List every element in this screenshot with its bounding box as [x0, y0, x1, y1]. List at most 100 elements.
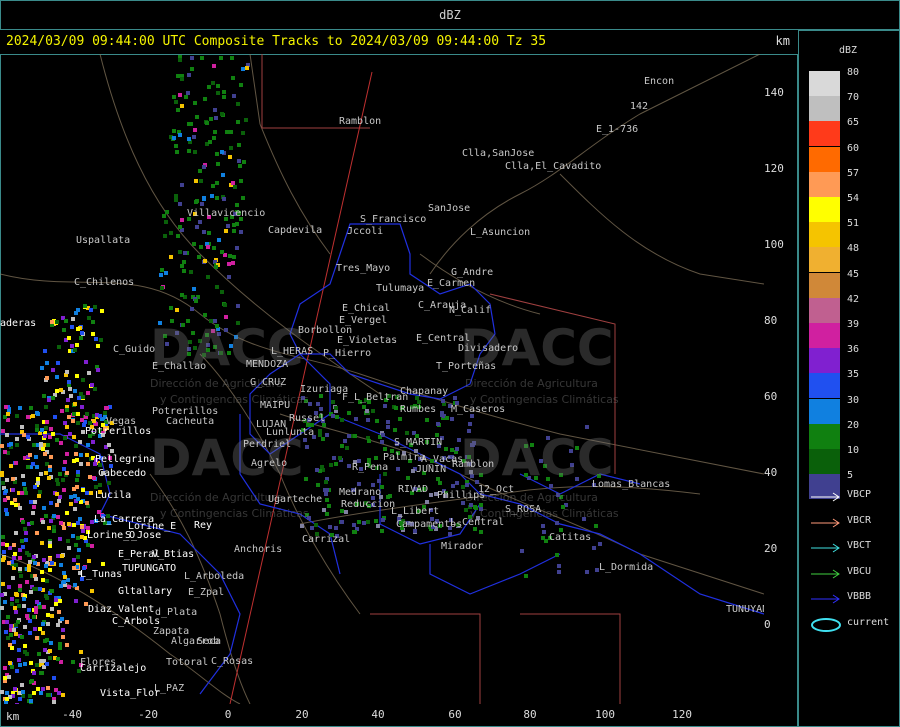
- x-axis: km -40 -20 0 20 40 60 80 100 120: [0, 704, 798, 727]
- radar-pixel: [55, 503, 59, 507]
- radar-pixel: [47, 693, 51, 697]
- radar-pixel: [237, 159, 241, 163]
- radar-pixel: [50, 614, 54, 618]
- radar-pixel: [318, 433, 322, 437]
- radar-pixel: [40, 671, 44, 675]
- place-label: P_Hierro: [323, 348, 372, 359]
- radar-pixel: [44, 594, 48, 598]
- radar-pixel: [77, 548, 81, 552]
- legend-value: 36: [847, 344, 860, 356]
- radar-pixel: [56, 623, 60, 627]
- radar-pixel: [81, 378, 85, 382]
- radar-pixel: [94, 337, 98, 341]
- radar-pixel: [50, 561, 54, 565]
- radar-pixel: [63, 421, 67, 425]
- radar-pixel: [59, 563, 63, 567]
- legend-value: 80: [847, 67, 860, 78]
- radar-pixel: [91, 440, 95, 444]
- radar-pixel: [56, 515, 60, 519]
- radar-pixel: [24, 491, 28, 495]
- radar-pixel: [24, 531, 28, 535]
- radar-pixel: [594, 524, 598, 528]
- radar-pixel: [21, 690, 25, 694]
- radar-pixel: [27, 564, 31, 568]
- radar-pixel: [406, 476, 410, 480]
- track-arrow-icon: [811, 594, 840, 604]
- radar-pixel: [68, 387, 72, 391]
- radar-pixel: [41, 631, 45, 635]
- place-label: Gltallary: [118, 586, 173, 597]
- radar-pixel: [445, 416, 449, 420]
- radar-pixel: [335, 415, 339, 419]
- radar-pixel: [74, 452, 78, 456]
- radar-pixel: [557, 570, 561, 574]
- legend-swatch: [809, 222, 840, 248]
- radar-pixel: [241, 67, 245, 71]
- radar-pixel: [54, 598, 58, 602]
- radar-pixel: [4, 630, 8, 634]
- radar-pixel: [235, 222, 239, 226]
- radar-pixel: [69, 394, 73, 398]
- place-label: JUNIN: [416, 464, 447, 475]
- radar-pixel: [479, 530, 483, 534]
- y-tick-label: 140: [764, 86, 784, 99]
- radar-pixel: [10, 665, 14, 669]
- radar-pixel: [27, 608, 31, 612]
- radar-pixel: [183, 251, 187, 255]
- radar-pixel: [6, 412, 10, 416]
- radar-pixel: [520, 549, 524, 553]
- radar-pixel: [405, 431, 409, 435]
- radar-pixel: [55, 438, 59, 442]
- y-tick-label: 0: [764, 618, 771, 631]
- radar-map[interactable]: DACC DACC DACC DACC Dirección de Agricul…: [0, 54, 764, 704]
- radar-pixel: [76, 412, 80, 416]
- radar-pixel: [46, 443, 50, 447]
- radar-pixel: [72, 435, 76, 439]
- place-label: Jccoli: [347, 226, 384, 237]
- radar-pixel: [42, 394, 46, 398]
- radar-pixel: [169, 306, 173, 310]
- plot-title-bar: 2024/03/09 09:44:00 UTC Composite Tracks…: [0, 30, 798, 54]
- radar-pixel: [30, 521, 34, 525]
- radar-pixel: [320, 465, 324, 469]
- radar-pixel: [19, 574, 23, 578]
- radar-pixel: [315, 468, 319, 472]
- radar-pixel: [107, 443, 111, 447]
- radar-pixel: [14, 503, 18, 507]
- radar-pixel: [45, 361, 49, 365]
- radar-pixel: [541, 536, 545, 540]
- radar-pixel: [314, 523, 318, 527]
- radar-pixel: [376, 524, 380, 528]
- radar-pixel: [227, 275, 231, 279]
- place-label: L_Dormida: [599, 562, 654, 573]
- radar-pixel: [92, 419, 96, 423]
- radar-pixel: [62, 467, 66, 471]
- place-label: 142: [630, 101, 649, 112]
- radar-pixel: [180, 218, 184, 222]
- radar-pixel: [542, 530, 546, 534]
- radar-pixel: [225, 130, 229, 134]
- place-label: L_Central: [450, 517, 505, 528]
- radar-pixel: [29, 661, 33, 665]
- track-legend-label: VBCP: [847, 489, 872, 500]
- place-label: Agrelo: [251, 458, 288, 469]
- radar-pixel: [79, 650, 83, 654]
- radar-pixel: [211, 81, 215, 85]
- radar-pixel: [189, 122, 193, 126]
- radar-pixel: [49, 427, 53, 431]
- place-label: Potrerillos: [85, 426, 152, 437]
- radar-pixel: [198, 169, 202, 173]
- radar-pixel: [206, 275, 210, 279]
- radar-pixel: [66, 539, 70, 543]
- radar-pixel: [329, 463, 333, 467]
- radar-pixel: [343, 439, 347, 443]
- radar-pixel: [49, 519, 53, 523]
- radar-pixel: [345, 446, 349, 450]
- radar-pixel: [76, 421, 80, 425]
- radar-pixel: [13, 552, 17, 556]
- legend-value: 60: [847, 142, 860, 154]
- radar-pixel: [13, 687, 17, 691]
- radar-pixel: [383, 404, 387, 408]
- place-label: Tulumaya: [376, 283, 425, 294]
- radar-pixel: [338, 456, 342, 460]
